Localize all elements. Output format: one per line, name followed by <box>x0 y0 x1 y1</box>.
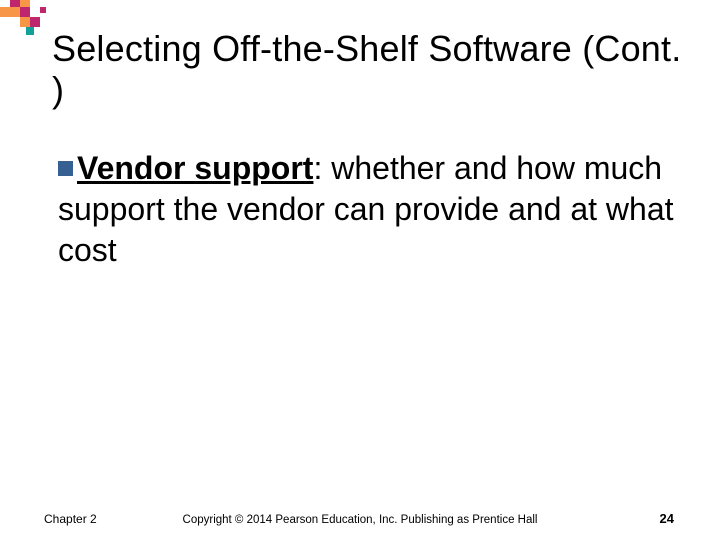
page-number: 24 <box>660 511 674 526</box>
deco-square <box>20 17 30 27</box>
corner-decoration <box>0 0 50 40</box>
square-bullet-icon <box>58 161 73 176</box>
deco-square <box>40 7 46 13</box>
bullet-item: Vendor support: whether and how much sup… <box>58 148 690 271</box>
deco-square <box>20 7 30 17</box>
deco-square <box>26 27 34 35</box>
copyright-text: Copyright © 2014 Pearson Education, Inc.… <box>0 514 720 526</box>
deco-square <box>0 7 10 17</box>
bullet-term: Vendor support <box>77 150 313 186</box>
slide-footer: Chapter 2 Copyright © 2014 Pearson Educa… <box>0 506 720 526</box>
deco-square <box>10 7 20 17</box>
deco-square <box>30 17 40 27</box>
slide-body: Vendor support: whether and how much sup… <box>58 148 690 271</box>
deco-square <box>20 0 30 7</box>
deco-square <box>10 0 20 7</box>
slide-title: Selecting Off-the-Shelf Software (Cont. … <box>52 28 700 111</box>
